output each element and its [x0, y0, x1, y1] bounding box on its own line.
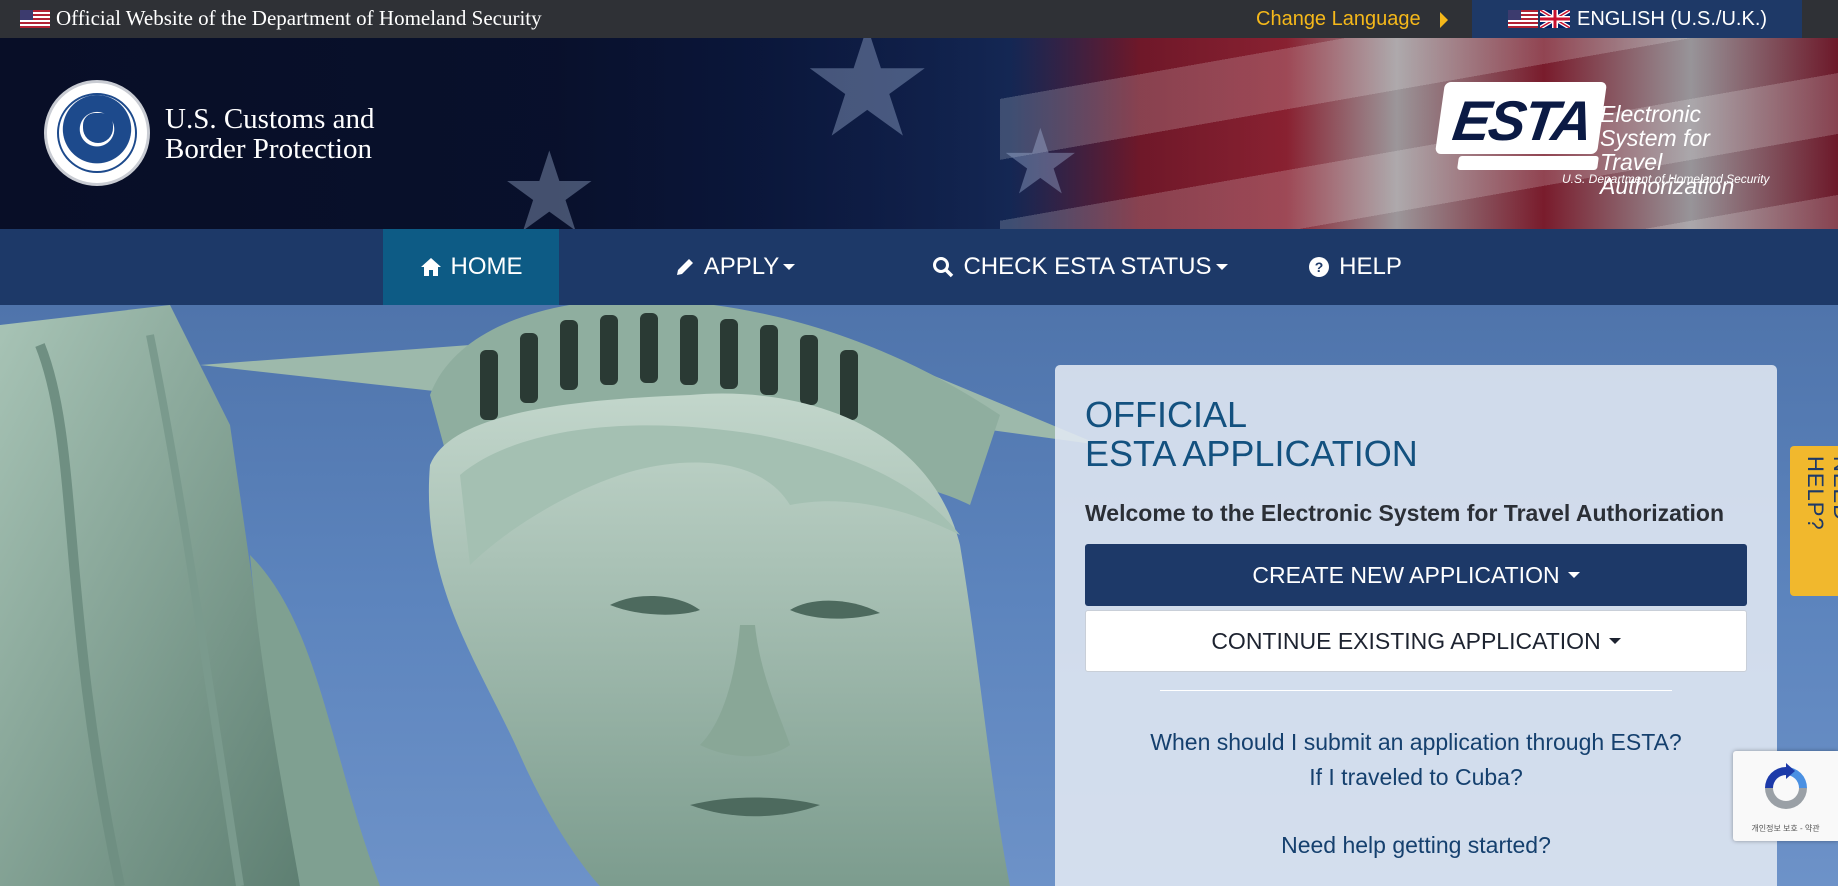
official-banner: Official Website of the Department of Ho…	[0, 0, 1838, 38]
nav-apply-label: APPLY	[703, 253, 780, 280]
nav-help-label: HELP	[1339, 253, 1402, 280]
nav-check-esta-status[interactable]: CHECK ESTA STATUS	[930, 229, 1230, 305]
link-when-submit[interactable]: When should I submit an application thro…	[1085, 729, 1747, 756]
question-circle-icon: ?	[1308, 256, 1330, 278]
change-language-link[interactable]: Change Language	[1256, 8, 1421, 31]
home-icon	[420, 257, 442, 277]
nav-apply[interactable]: APPLY	[600, 229, 870, 305]
card-title: OFFICIAL ESTA APPLICATION	[1085, 395, 1418, 473]
esta-badge: ESTA	[1434, 82, 1608, 154]
link-need-help-started[interactable]: Need help getting started?	[1085, 832, 1747, 859]
esta-dept-text: U.S. Department of Homeland Security	[1562, 172, 1770, 186]
recaptcha-badge[interactable]: 개인정보 보호 - 약관	[1733, 751, 1838, 841]
create-new-application-label: CREATE NEW APPLICATION	[1252, 561, 1560, 588]
language-selector[interactable]: ENGLISH (U.S./U.K.)	[1472, 0, 1802, 38]
agency-name[interactable]: U.S. Customs and Border Protection	[165, 104, 374, 164]
svg-text:?: ?	[1315, 259, 1324, 275]
star-decoration: ★	[800, 38, 935, 167]
nav-check-status-label: CHECK ESTA STATUS	[963, 253, 1212, 280]
header-banner: ★ ★ ★ U.S. Customs and Border Protection…	[0, 38, 1838, 229]
esta-logo-underbar	[1457, 156, 1599, 170]
caret-right-icon[interactable]	[1440, 12, 1448, 28]
continue-existing-application-button[interactable]: CONTINUE EXISTING APPLICATION	[1085, 610, 1747, 672]
caret-down-icon	[1608, 638, 1621, 644]
link-traveled-cuba[interactable]: If I traveled to Cuba?	[1085, 764, 1747, 791]
us-flag-icon	[20, 10, 50, 33]
card-title-line2: ESTA APPLICATION	[1085, 433, 1418, 474]
statue-of-liberty-image	[0, 305, 1100, 886]
caret-down-icon	[783, 264, 796, 270]
current-language-label: ENGLISH (U.S./U.K.)	[1577, 8, 1768, 30]
us-flag-icon	[1508, 10, 1538, 28]
recaptcha-icon	[1759, 761, 1813, 820]
pencil-icon	[675, 257, 695, 277]
official-website-text: Official Website of the Department of Ho…	[56, 6, 542, 30]
esta-application-card: OFFICIAL ESTA APPLICATION Welcome to the…	[1055, 365, 1777, 886]
nav-help[interactable]: ? HELP	[1290, 229, 1420, 305]
esta-full-line1: Electronic System for	[1600, 101, 1710, 151]
caret-down-icon	[1567, 572, 1580, 578]
esta-logo-word: ESTA	[1449, 89, 1596, 152]
eagle-icon	[83, 113, 113, 143]
caret-down-icon	[1215, 264, 1228, 270]
recaptcha-terms-text[interactable]: 개인정보 보호 - 약관	[1733, 823, 1838, 834]
agency-name-line2: Border Protection	[165, 133, 372, 165]
need-help-label: NEED HELP?	[1803, 456, 1838, 531]
dhs-seal-logo[interactable]	[44, 80, 150, 186]
create-new-application-button[interactable]: CREATE NEW APPLICATION	[1085, 544, 1747, 606]
need-help-tab[interactable]: NEED HELP?	[1790, 446, 1838, 596]
star-decoration: ★	[1000, 113, 1081, 213]
nav-home[interactable]: HOME	[383, 229, 559, 305]
search-icon	[932, 256, 954, 278]
language-flags	[1508, 10, 1570, 28]
card-divider	[1160, 690, 1672, 691]
uk-flag-icon	[1540, 10, 1570, 28]
main-nav: HOME APPLY CHECK ESTA STATUS ? HELP	[0, 229, 1838, 305]
card-title-line1: OFFICIAL	[1085, 394, 1248, 435]
welcome-text: Welcome to the Electronic System for Tra…	[1085, 500, 1725, 526]
continue-existing-application-label: CONTINUE EXISTING APPLICATION	[1211, 627, 1601, 654]
nav-home-label: HOME	[450, 253, 523, 280]
star-decoration: ★	[500, 131, 599, 230]
esta-logo[interactable]: ESTA Electronic System for Travel Author…	[1434, 82, 1780, 198]
agency-name-line1: U.S. Customs and	[165, 103, 375, 135]
